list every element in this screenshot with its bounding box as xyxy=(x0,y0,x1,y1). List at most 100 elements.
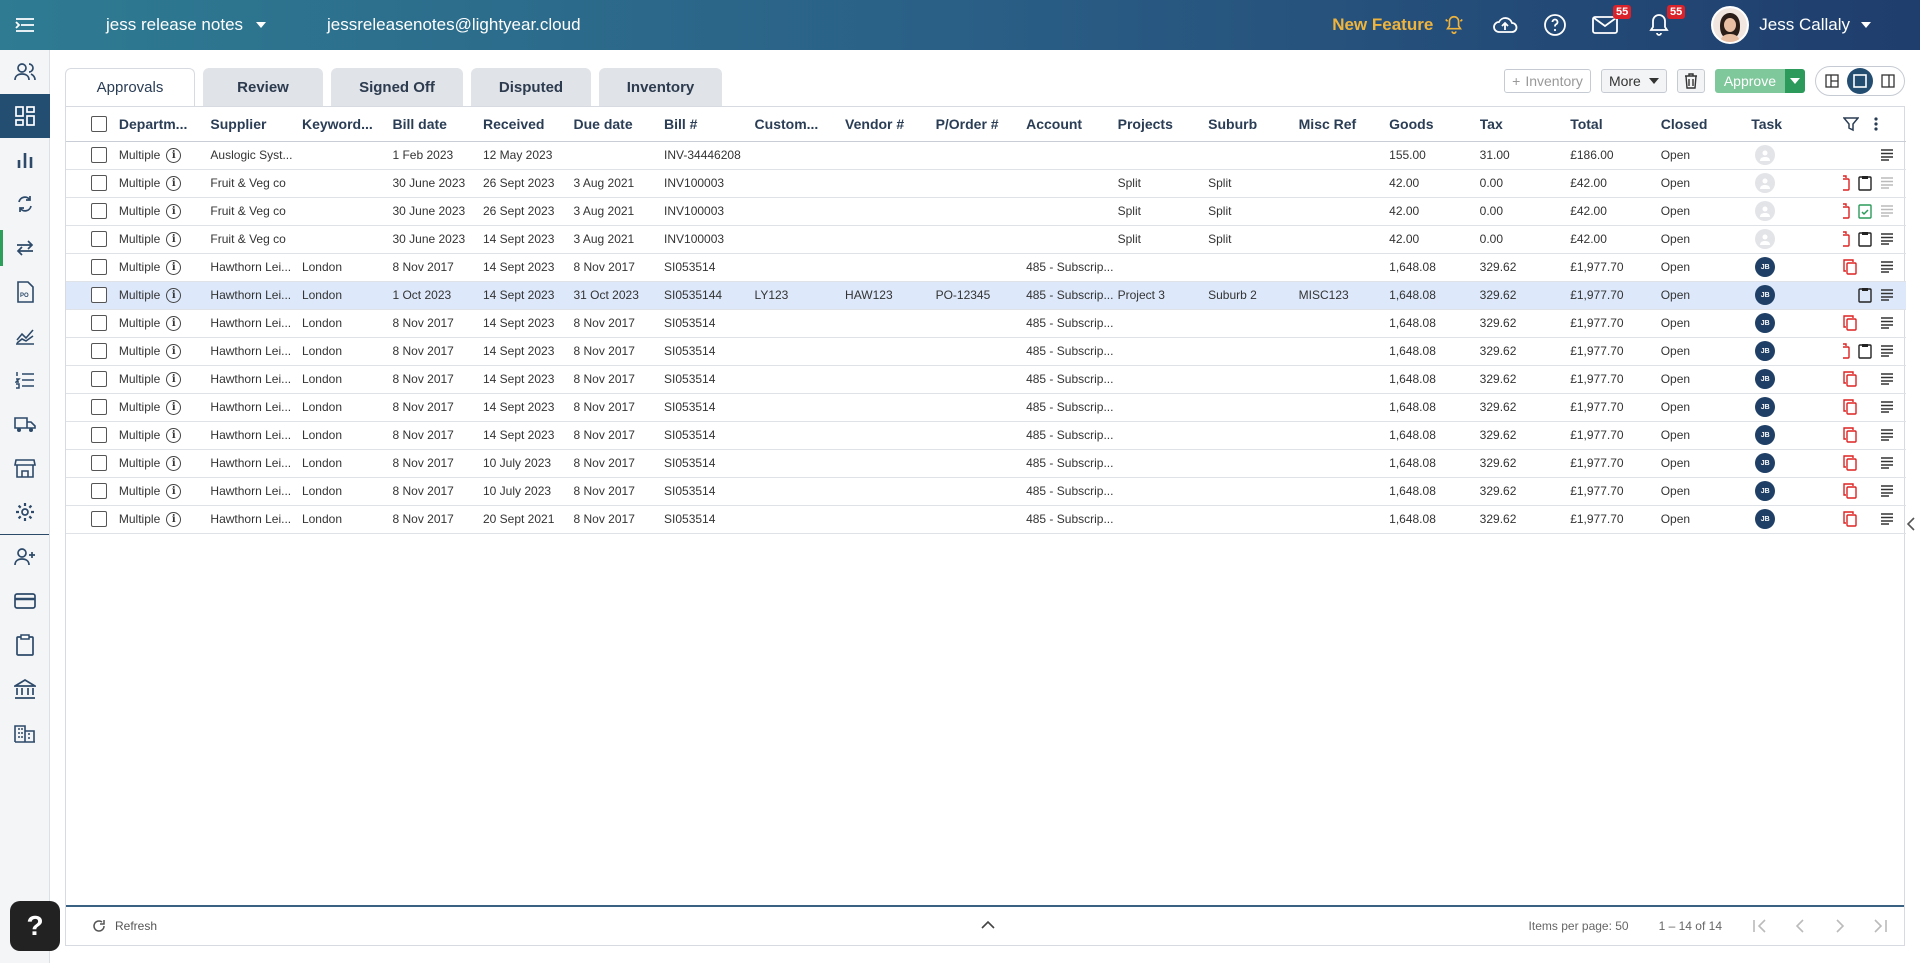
next-page-icon[interactable] xyxy=(1832,919,1848,933)
sidebar-item-dashboard[interactable] xyxy=(0,94,50,138)
row-checkbox[interactable] xyxy=(91,511,107,527)
row-checkbox[interactable] xyxy=(91,371,107,387)
first-page-icon[interactable] xyxy=(1752,919,1768,933)
expand-panel-icon[interactable] xyxy=(981,919,995,933)
column-header[interactable]: Bill # xyxy=(664,107,755,142)
duplicate-icon[interactable] xyxy=(1842,230,1850,248)
sidebar-item-sync[interactable] xyxy=(0,182,50,226)
duplicate-icon[interactable] xyxy=(1843,482,1857,500)
more-button[interactable]: More xyxy=(1600,69,1667,93)
column-header[interactable]: Goods xyxy=(1389,107,1480,142)
sidebar-item-transfers[interactable] xyxy=(0,226,50,270)
add-inventory-button[interactable]: + Inventory xyxy=(1504,69,1591,93)
info-icon[interactable]: i xyxy=(166,343,182,359)
sidebar-item-purchase-orders[interactable]: PO xyxy=(0,270,50,314)
table-row[interactable]: Multiple i Hawthorn Lei... London 8 Nov 2017… xyxy=(66,309,1906,338)
previous-page-icon[interactable] xyxy=(1792,919,1808,933)
duplicate-icon[interactable] xyxy=(1842,202,1850,220)
cloud-upload-icon[interactable] xyxy=(1491,11,1519,39)
last-page-icon[interactable] xyxy=(1872,919,1888,933)
sidebar-item-clipboard[interactable] xyxy=(0,623,50,667)
help-button[interactable]: ? xyxy=(10,901,60,951)
info-icon[interactable]: i xyxy=(166,399,182,415)
sidebar-item-buildings[interactable] xyxy=(0,711,50,755)
column-header[interactable]: Misc Ref xyxy=(1298,107,1390,142)
column-header[interactable]: Vendor # xyxy=(845,107,936,142)
notes-icon[interactable] xyxy=(1880,370,1894,388)
mail-button[interactable]: 55 xyxy=(1591,5,1632,39)
sidebar-item-contacts[interactable] xyxy=(0,50,50,94)
table-row[interactable]: Multiple i Fruit & Veg co 30 June 2023 26 Se… xyxy=(66,197,1906,226)
column-header[interactable]: Departm... xyxy=(118,107,211,142)
tab-signed-off[interactable]: Signed Off xyxy=(331,68,463,106)
notes-icon[interactable] xyxy=(1880,342,1894,360)
duplicate-icon[interactable] xyxy=(1842,174,1850,192)
tab-disputed[interactable]: Disputed xyxy=(471,68,591,106)
more-vertical-icon[interactable] xyxy=(1873,116,1879,132)
column-header[interactable]: Keyword... xyxy=(301,107,393,142)
sidebar-item-add-user[interactable] xyxy=(0,535,50,579)
assignee-avatar[interactable]: JB xyxy=(1755,313,1776,333)
notes-icon[interactable] xyxy=(1880,314,1894,332)
column-header[interactable]: Projects xyxy=(1117,107,1209,142)
table-row[interactable]: Multiple i Fruit & Veg co 30 June 2023 14 Se… xyxy=(66,225,1906,254)
column-header[interactable]: P/Order # xyxy=(935,107,1027,142)
approve-button[interactable]: Approve xyxy=(1714,69,1785,93)
notes-icon[interactable] xyxy=(1880,174,1894,192)
clipboard-icon[interactable] xyxy=(1858,230,1872,248)
table-row[interactable]: Multiple i Hawthorn Lei... London 1 Oct 2023… xyxy=(66,281,1906,310)
clipboard-check-icon[interactable] xyxy=(1858,202,1872,220)
assignee-avatar[interactable] xyxy=(1755,229,1776,249)
sidebar-item-deliveries[interactable] xyxy=(0,402,50,446)
column-header[interactable]: Task xyxy=(1751,107,1843,142)
tab-review[interactable]: Review xyxy=(203,68,323,106)
help-circle-icon[interactable] xyxy=(1541,11,1569,39)
sidebar-item-payments[interactable] xyxy=(0,579,50,623)
row-checkbox[interactable] xyxy=(91,147,107,163)
assignee-avatar[interactable]: JB xyxy=(1755,341,1776,361)
table-row[interactable]: Multiple i Hawthorn Lei... London 8 Nov 2017… xyxy=(66,365,1906,394)
items-per-page[interactable]: Items per page: 50 xyxy=(1529,919,1629,933)
table-row[interactable]: Multiple i Hawthorn Lei... London 8 Nov 2017… xyxy=(66,337,1906,366)
row-checkbox[interactable] xyxy=(91,203,107,219)
tab-approvals[interactable]: Approvals xyxy=(65,68,195,106)
notes-icon[interactable] xyxy=(1880,286,1894,304)
assignee-avatar[interactable]: JB xyxy=(1755,397,1776,417)
sidebar-item-settings[interactable] xyxy=(0,490,50,534)
duplicate-icon[interactable] xyxy=(1843,258,1857,276)
duplicate-icon[interactable] xyxy=(1843,370,1857,388)
new-feature-button[interactable]: New Feature xyxy=(1332,14,1465,36)
view-split-vertical[interactable] xyxy=(1875,68,1901,94)
table-row[interactable]: Multiple i Hawthorn Lei... London 8 Nov 2017… xyxy=(66,505,1906,534)
notes-icon[interactable] xyxy=(1880,482,1894,500)
filter-icon[interactable] xyxy=(1842,116,1860,132)
org-switcher[interactable]: jess release notes xyxy=(106,15,267,35)
assignee-avatar[interactable] xyxy=(1755,145,1776,165)
menu-toggle-icon[interactable] xyxy=(0,0,50,50)
table-row[interactable]: Multiple i Hawthorn Lei... London 8 Nov 2017… xyxy=(66,477,1906,506)
assignee-avatar[interactable]: JB xyxy=(1755,285,1776,305)
sidebar-item-reports[interactable] xyxy=(0,138,50,182)
select-all-checkbox[interactable] xyxy=(91,116,107,133)
notes-icon[interactable] xyxy=(1880,426,1894,444)
refresh-button[interactable]: Refresh xyxy=(91,918,157,934)
column-header[interactable]: Due date xyxy=(573,107,665,142)
row-checkbox[interactable] xyxy=(91,315,107,331)
row-checkbox[interactable] xyxy=(91,231,107,247)
duplicate-icon[interactable] xyxy=(1842,342,1850,360)
notes-icon[interactable] xyxy=(1880,202,1894,220)
column-header[interactable]: Account xyxy=(1026,107,1118,142)
table-row[interactable]: Multiple i Hawthorn Lei... London 8 Nov 2017… xyxy=(66,253,1906,282)
info-icon[interactable]: i xyxy=(166,315,182,331)
assignee-avatar[interactable]: JB xyxy=(1755,425,1776,445)
assignee-avatar[interactable]: JB xyxy=(1755,481,1776,501)
info-icon[interactable]: i xyxy=(166,203,182,219)
notes-icon[interactable] xyxy=(1880,398,1894,416)
user-menu[interactable]: Jess Callaly xyxy=(1711,6,1872,44)
column-header[interactable]: Suburb xyxy=(1208,107,1299,142)
info-icon[interactable]: i xyxy=(166,259,182,275)
view-full[interactable] xyxy=(1847,68,1873,94)
info-icon[interactable]: i xyxy=(166,483,182,499)
info-icon[interactable]: i xyxy=(166,287,182,303)
row-checkbox[interactable] xyxy=(91,427,107,443)
